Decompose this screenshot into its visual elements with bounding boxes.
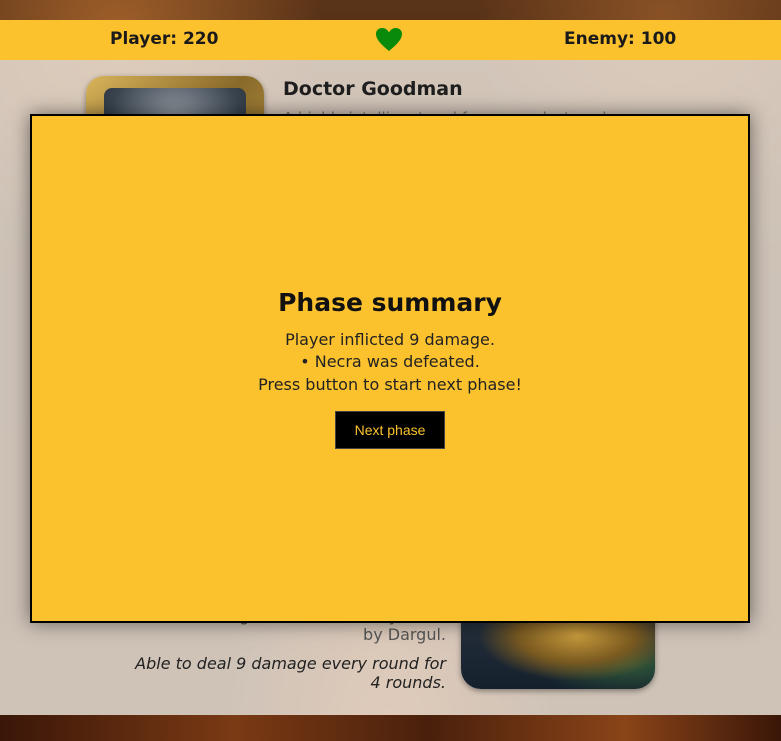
defeat-summary: • Necra was defeated. — [300, 352, 480, 371]
modal-title: Phase summary — [278, 288, 502, 317]
card-ability: Able to deal 9 damage every round for 4 … — [135, 654, 446, 692]
enemy-health: Enemy: 100 — [564, 29, 677, 49]
damage-summary: Player inflicted 9 damage. — [285, 330, 495, 349]
phase-summary-modal: Phase summary Player inflicted 9 damage.… — [30, 114, 750, 623]
heart-icon — [376, 28, 402, 51]
background-strip — [0, 715, 781, 741]
status-bar: Player: 220 Enemy: 100 — [0, 20, 781, 60]
player-health: Player: 220 — [110, 29, 219, 49]
next-phase-button[interactable]: Next phase — [335, 411, 445, 449]
next-phase-instruction: Press button to start next phase! — [258, 375, 522, 394]
card-name: Doctor Goodman — [283, 78, 463, 100]
